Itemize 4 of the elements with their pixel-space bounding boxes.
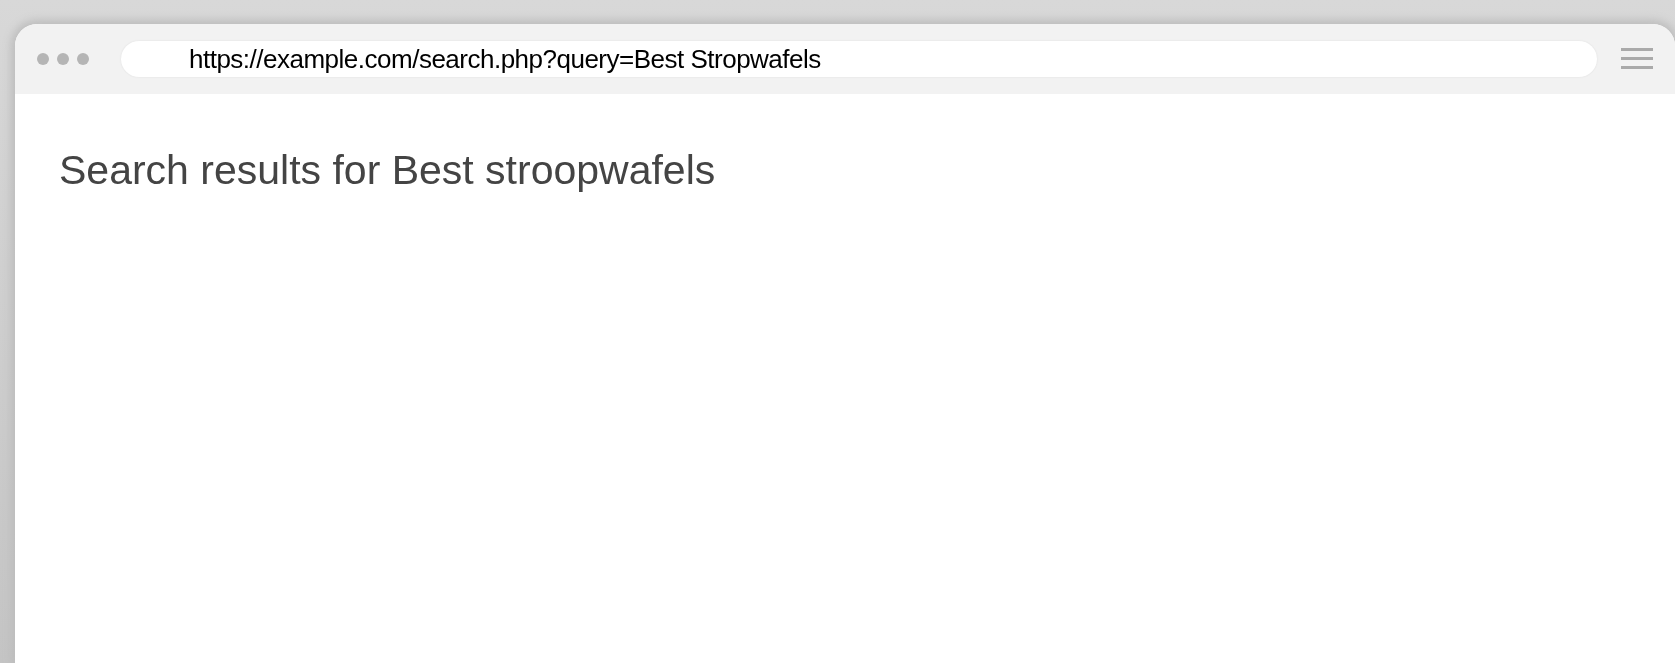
menu-icon[interactable] [1621,47,1653,71]
window-controls-icon[interactable] [37,53,89,65]
address-bar[interactable]: https://example.com/search.php?query=Best Stropwafels [121,41,1597,77]
page-heading: Search results for Best stroopwafels [59,146,717,195]
